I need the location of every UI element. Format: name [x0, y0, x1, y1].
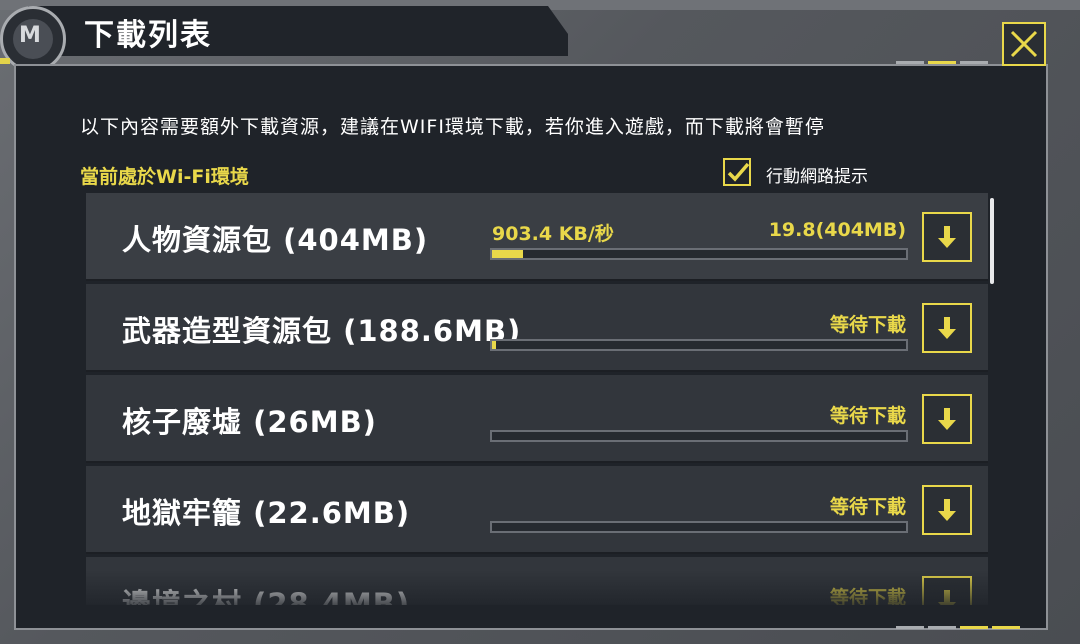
download-button[interactable]	[922, 303, 972, 353]
download-status: 等待下載	[829, 405, 906, 427]
download-size-progress: 19.8(404MB)	[768, 219, 906, 241]
mobile-network-checkbox[interactable]	[723, 158, 751, 186]
wifi-status: 當前處於Wi-Fi環境	[80, 166, 249, 188]
download-notice: 以下內容需要額外下載資源，建議在WIFI環境下載，若你進入遊戲，而下載將會暫停	[80, 116, 825, 138]
download-list[interactable]: 人物資源包 (404MB) 903.4 KB/秒 19.8(404MB) 武器造…	[86, 193, 990, 605]
footer-dashes	[928, 626, 956, 629]
download-item-name: 邊境之村 (28.4MB)	[122, 587, 411, 605]
download-item-name: 地獄牢籠 (22.6MB)	[122, 496, 411, 530]
footer-dashes	[896, 626, 924, 629]
close-x-icon	[1010, 30, 1038, 58]
progress-bar	[490, 521, 908, 533]
page-title: 下載列表	[84, 18, 212, 53]
logo-glyph: M	[19, 23, 41, 48]
download-row: 武器造型資源包 (188.6MB) 等待下載	[86, 284, 988, 372]
download-button[interactable]	[922, 485, 972, 535]
header-dashes	[896, 61, 924, 64]
download-speed: 903.4 KB/秒	[492, 223, 614, 245]
progress-bar	[490, 430, 908, 442]
progress-fill	[492, 250, 524, 258]
download-button[interactable]	[922, 394, 972, 444]
progress-bar	[490, 339, 908, 351]
download-row: 核子廢墟 (26MB) 等待下載	[86, 375, 988, 463]
download-status: 等待下載	[829, 314, 906, 336]
logo-accent	[0, 58, 10, 64]
checkmark-icon	[727, 162, 750, 182]
download-status: 等待下載	[829, 587, 906, 605]
download-arrow-icon	[938, 590, 956, 605]
mobile-network-label[interactable]: 行動網路提示	[766, 162, 868, 187]
footer-dashes	[992, 626, 1020, 629]
download-arrow-icon	[938, 226, 956, 248]
download-item-name: 核子廢墟 (26MB)	[122, 405, 377, 439]
download-arrow-icon	[938, 408, 956, 430]
close-button[interactable]	[1002, 22, 1046, 66]
list-scrollbar[interactable]	[990, 198, 994, 284]
progress-bar	[490, 248, 908, 260]
progress-fill	[492, 341, 497, 349]
header-dashes	[928, 61, 956, 64]
header-dashes	[960, 61, 988, 64]
download-row: 邊境之村 (28.4MB) 等待下載	[86, 557, 988, 605]
download-button[interactable]	[922, 576, 972, 605]
download-button[interactable]	[922, 212, 972, 262]
download-row: 地獄牢籠 (22.6MB) 等待下載	[86, 466, 988, 554]
download-item-name: 武器造型資源包 (188.6MB)	[122, 314, 522, 348]
download-status: 等待下載	[829, 496, 906, 518]
download-row: 人物資源包 (404MB) 903.4 KB/秒 19.8(404MB)	[86, 193, 988, 281]
footer-dashes	[960, 626, 988, 629]
download-item-name: 人物資源包 (404MB)	[122, 223, 429, 257]
download-arrow-icon	[938, 499, 956, 521]
download-arrow-icon	[938, 317, 956, 339]
